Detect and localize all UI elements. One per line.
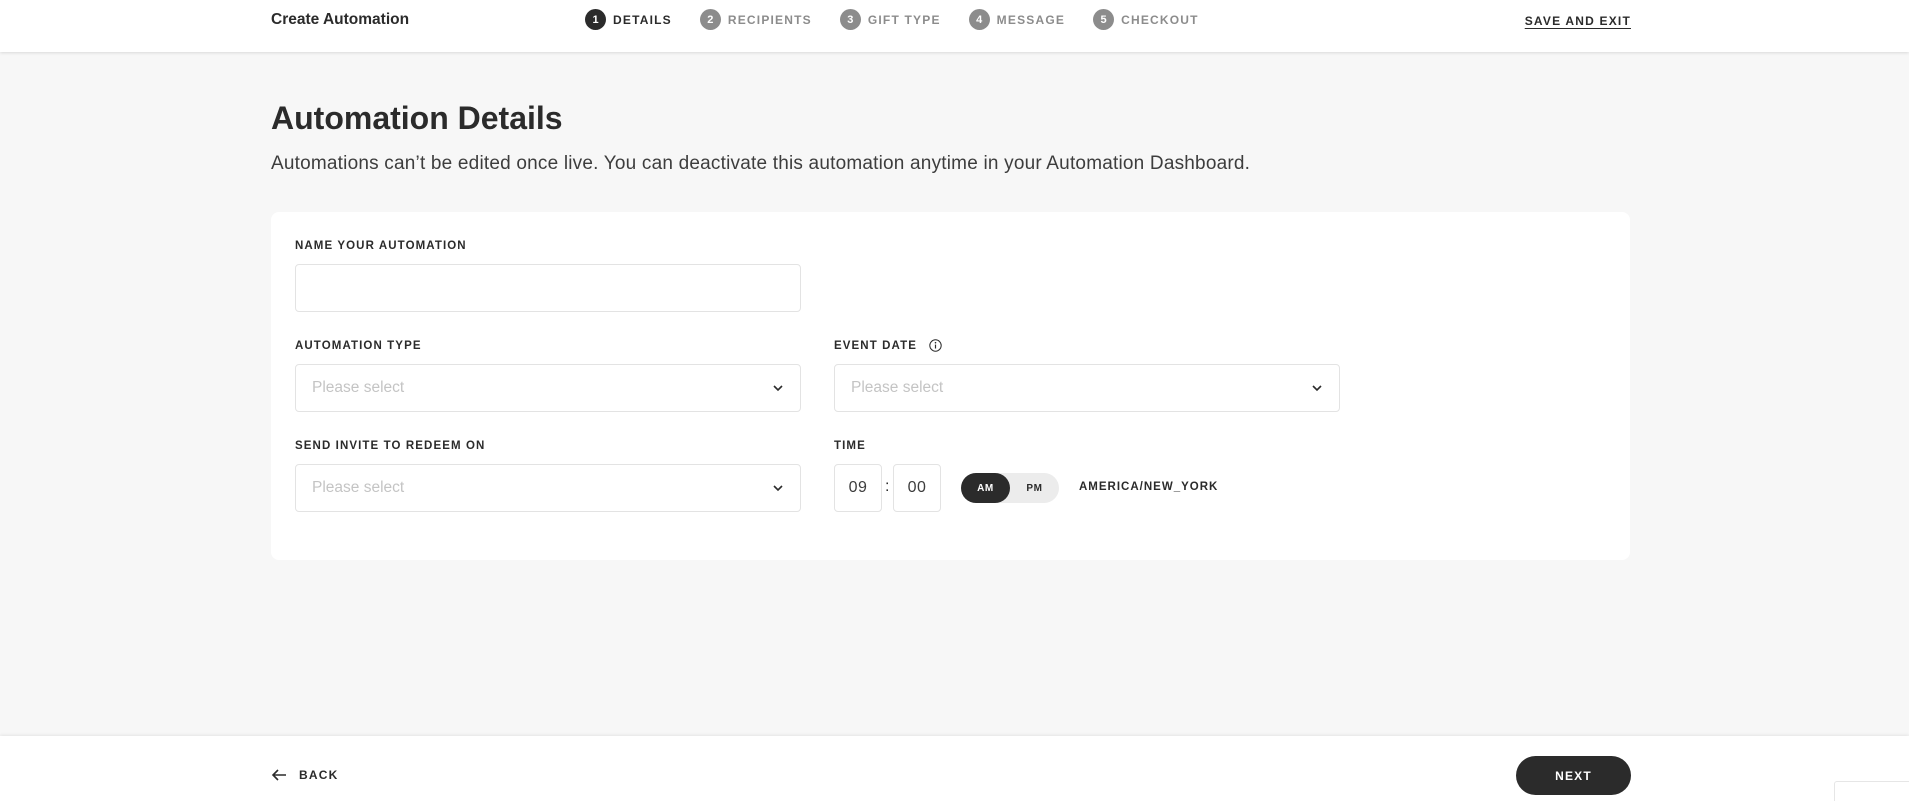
pm-option[interactable]: PM (1010, 473, 1059, 503)
step-number: 4 (968, 9, 990, 30)
next-button[interactable]: NEXT (1516, 756, 1631, 795)
step-recipients[interactable]: 2 RECIPIENTS (699, 9, 812, 30)
step-label: RECIPIENTS (727, 12, 812, 27)
stepper: 1 DETAILS 2 RECIPIENTS 3 GIFT TYPE 4 MES… (585, 9, 1227, 30)
top-bar: Create Automation 1 DETAILS 2 RECIPIENTS… (0, 0, 1909, 52)
step-gift-type[interactable]: 3 GIFT TYPE (839, 9, 941, 30)
back-button[interactable]: BACK (271, 768, 338, 782)
page-title: Automation Details (271, 100, 563, 136)
automation-name-input[interactable] (295, 264, 801, 312)
back-label: BACK (299, 768, 339, 782)
step-details[interactable]: 1 DETAILS (585, 9, 672, 30)
corner-widget[interactable] (1834, 781, 1909, 801)
step-label: GIFT TYPE (867, 12, 941, 27)
chevron-down-icon (772, 482, 784, 494)
info-icon[interactable] (929, 339, 942, 352)
automation-type-placeholder: Please select (312, 379, 405, 396)
event-date-select[interactable]: Please select (834, 364, 1340, 412)
chevron-down-icon (772, 382, 784, 394)
automation-type-select[interactable]: Please select (295, 364, 801, 412)
step-checkout[interactable]: 5 CHECKOUT (1093, 9, 1199, 30)
step-label: DETAILS (613, 12, 672, 27)
details-form-card: NAME YOUR AUTOMATION AUTOMATION TYPE Ple… (271, 212, 1630, 560)
footer-bar: BACK NEXT (0, 736, 1909, 801)
time-label: TIME (834, 440, 866, 452)
send-on-placeholder: Please select (312, 479, 405, 496)
step-number: 2 (699, 9, 721, 30)
step-label: MESSAGE (996, 12, 1066, 27)
step-message[interactable]: 4 MESSAGE (968, 9, 1066, 30)
timezone-label: AMERICA/NEW_YORK (1079, 481, 1219, 493)
time-separator: : (885, 478, 890, 495)
am-option[interactable]: AM (961, 473, 1010, 503)
event-date-label-text: EVENT DATE (834, 339, 917, 352)
automation-type-label: AUTOMATION TYPE (295, 340, 422, 352)
save-and-exit-link[interactable]: SAVE AND EXIT (1525, 14, 1631, 28)
event-date-placeholder: Please select (851, 379, 944, 396)
am-pm-toggle: AM PM (961, 473, 1059, 503)
step-label: CHECKOUT (1121, 12, 1199, 27)
minute-input[interactable]: 00 (893, 464, 941, 512)
event-date-label: EVENT DATE (834, 339, 942, 352)
hour-input[interactable]: 09 (834, 464, 882, 512)
arrow-left-icon (271, 768, 287, 782)
step-number: 3 (839, 9, 861, 30)
page-subtitle: Automations can’t be edited once live. Y… (271, 153, 1251, 174)
name-label: NAME YOUR AUTOMATION (295, 240, 467, 252)
app-title: Create Automation (271, 11, 410, 28)
send-on-select[interactable]: Please select (295, 464, 801, 512)
send-on-label: SEND INVITE TO REDEEM ON (295, 440, 486, 452)
chevron-down-icon (1311, 382, 1323, 394)
step-number: 5 (1093, 9, 1115, 30)
step-number: 1 (585, 9, 606, 30)
